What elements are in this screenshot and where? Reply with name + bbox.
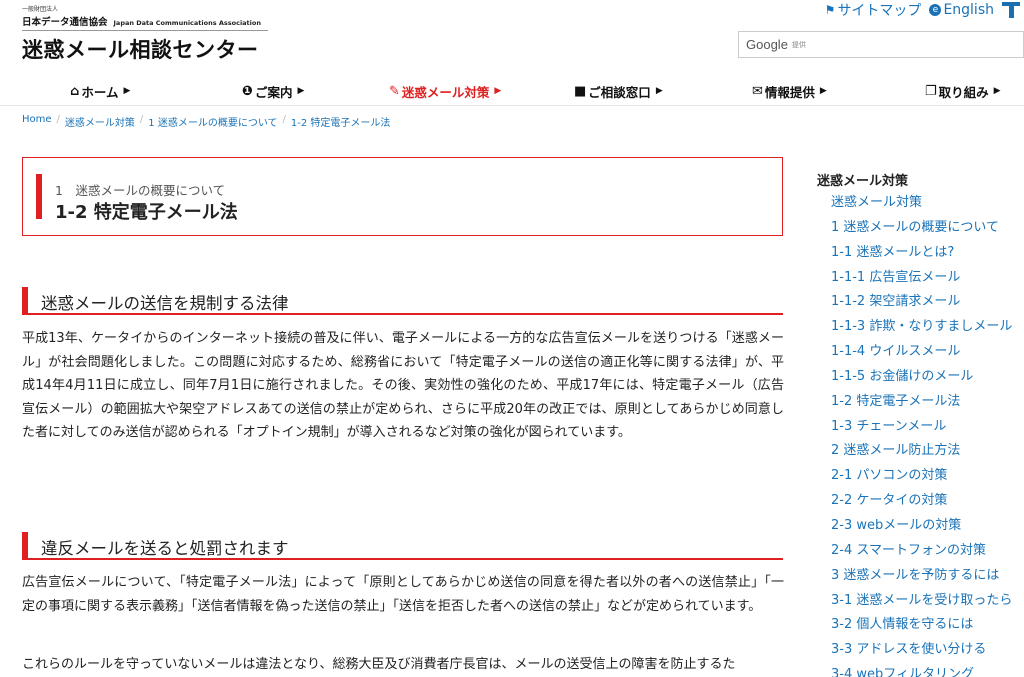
info-icon: ❶ (242, 83, 254, 99)
nav-initiatives-label: 取り組み (938, 84, 989, 100)
home-icon: ⌂ (70, 83, 80, 99)
sidebar-item[interactable]: 1-1-5 お金儲けのメール (831, 365, 1012, 390)
nav-consultation[interactable]: ■ ご相談窓口 ▶ (574, 80, 663, 102)
sidebar-item[interactable]: 3-4 webフィルタリング (831, 663, 1012, 677)
nav-info-provision[interactable]: ✉ 情報提供 ▶ (752, 80, 827, 102)
google-sub-label: 提供 (791, 40, 806, 49)
chevron-right-icon: ▶ (993, 86, 1001, 96)
sitemap-link[interactable]: ⚑ サイトマップ (825, 0, 922, 20)
nav-home[interactable]: ⌂ ホーム ▶ (70, 80, 130, 102)
chevron-right-icon: ▶ (819, 86, 827, 96)
breadcrumb-item[interactable]: Home (22, 114, 52, 129)
page-title: 1-2 特定電子メール法 (55, 202, 238, 223)
section-heading-text: 違反メールを送ると処罰されます (41, 539, 289, 558)
section-paragraph: 平成13年、ケータイからのインターネット接続の普及に伴い、電子メールによる一方的… (22, 331, 784, 440)
chevron-right-icon: ▶ (494, 86, 502, 96)
sidebar-nav: 迷惑メール対策 1 迷惑メールの概要について 1-1 迷惑メールとは? 1-1-… (831, 191, 1012, 677)
section-heading-text: 迷惑メールの送信を規制する法律 (41, 294, 289, 313)
sidebar-item[interactable]: 1-1-3 詐欺・なりすましメール (831, 315, 1012, 340)
sitemap-label: サイトマップ (837, 3, 922, 19)
breadcrumb-separator: / (139, 114, 144, 125)
nav-info-provision-label: 情報提供 (764, 84, 815, 100)
logo-small-text: 一般財団法人 (22, 6, 59, 13)
chevron-right-icon: ▶ (297, 86, 305, 96)
nav-guide-label: ご案内 (255, 84, 293, 100)
flag-icon: ⚑ (824, 3, 836, 17)
sidebar-title: 迷惑メール対策 (817, 174, 909, 189)
documents-icon: ❐ (925, 83, 937, 99)
english-label: English (943, 2, 994, 18)
section-heading: 迷惑メールの送信を規制する法律 (22, 287, 783, 315)
sidebar-item[interactable]: 2-1 パソコンの対策 (831, 464, 1012, 489)
nav-spam-measures[interactable]: ✎ 迷惑メール対策 ▶ (389, 80, 501, 102)
sidebar-item[interactable]: 1-1-4 ウイルスメール (831, 340, 1012, 365)
chevron-right-icon: ▶ (123, 86, 131, 96)
section-paragraph: これらのルールを守っていないメールは違法となり、総務大臣及び消費者庁長官は、メー… (22, 657, 736, 672)
google-label: Google (746, 37, 788, 52)
site-logo[interactable]: 一般財団法人 日本データ通信協会 Japan Data Communicatio… (22, 6, 268, 64)
partner-logo-icon[interactable] (1002, 0, 1020, 18)
sidebar-item[interactable]: 3 迷惑メールを予防するには (831, 564, 1012, 589)
section-heading: 違反メールを送ると処罰されます (22, 532, 783, 560)
globe-icon: e (929, 4, 942, 16)
top-links: ⚑ サイトマップ e English (825, 0, 994, 20)
site-title: 迷惑メール相談センター (22, 38, 259, 62)
sidebar-item[interactable]: 2-4 スマートフォンの対策 (831, 539, 1012, 564)
heading-accent-bar (22, 532, 28, 558)
breadcrumb-item[interactable]: 迷惑メール対策 (65, 114, 135, 129)
page-title-box: 1 迷惑メールの概要について 1-2 特定電子メール法 (22, 157, 783, 236)
breadcrumb: Home / 迷惑メール対策 / 1 迷惑メールの概要について / 1-2 特定… (22, 114, 390, 129)
org-name-jp: 日本データ通信協会 (22, 17, 108, 28)
sidebar-item[interactable]: 1 迷惑メールの概要について (831, 216, 1012, 241)
sidebar-item[interactable]: 1-1-2 架空請求メール (831, 290, 1012, 315)
main-nav: ⌂ ホーム ▶ ❶ ご案内 ▶ ✎ 迷惑メール対策 ▶ ■ ご相談窓口 ▶ ✉ … (0, 80, 1024, 106)
breadcrumb-item[interactable]: 1-2 特定電子メール法 (291, 114, 391, 129)
sidebar-item[interactable]: 3-2 個人情報を守るには (831, 613, 1012, 638)
sidebar-item[interactable]: 2-3 webメールの対策 (831, 514, 1012, 539)
org-name-en: Japan Data Communications Association (113, 19, 261, 27)
breadcrumb-separator: / (282, 114, 286, 125)
logo-divider (22, 30, 268, 31)
chat-icon: ■ (574, 83, 587, 99)
sidebar-item[interactable]: 3-1 迷惑メールを受け取ったら (831, 589, 1012, 614)
page-subtitle: 1 迷惑メールの概要について (55, 183, 226, 198)
mail-icon: ✉ (752, 83, 763, 99)
section-paragraph: 広告宣伝メールについて、「特定電子メール法」によって「原則としてあらかじめ送信の… (22, 575, 784, 614)
nav-spam-measures-label: 迷惑メール対策 (401, 84, 490, 100)
sidebar-item[interactable]: 1-3 チェーンメール (831, 415, 1012, 440)
pencil-icon: ✎ (389, 83, 400, 99)
heading-accent-bar (22, 287, 28, 313)
nav-home-label: ホーム (81, 84, 119, 100)
sidebar-item[interactable]: 3-3 アドレスを使い分ける (831, 638, 1012, 663)
breadcrumb-separator: / (56, 114, 60, 125)
sidebar-item[interactable]: 1-1-1 広告宣伝メール (831, 266, 1012, 291)
sidebar-item[interactable]: 1-2 特定電子メール法 (831, 390, 1012, 415)
english-link[interactable]: e English (929, 0, 994, 20)
nav-guide[interactable]: ❶ ご案内 ▶ (242, 80, 304, 102)
sidebar-item[interactable]: 2-2 ケータイの対策 (831, 489, 1012, 514)
sidebar-item[interactable]: 1-1 迷惑メールとは? (831, 241, 1012, 266)
site-header: 一般財団法人 日本データ通信協会 Japan Data Communicatio… (0, 0, 1024, 80)
title-accent-bar (36, 174, 42, 219)
breadcrumb-item[interactable]: 1 迷惑メールの概要について (148, 114, 277, 129)
sidebar-item[interactable]: 迷惑メール対策 (831, 191, 1012, 216)
chevron-right-icon: ▶ (655, 86, 663, 96)
sidebar-item[interactable]: 2 迷惑メール防止方法 (831, 439, 1012, 464)
nav-initiatives[interactable]: ❐ 取り組み ▶ (925, 80, 1001, 102)
nav-consultation-label: ご相談窓口 (588, 84, 651, 100)
search-input[interactable]: Google 提供 (738, 31, 1024, 58)
